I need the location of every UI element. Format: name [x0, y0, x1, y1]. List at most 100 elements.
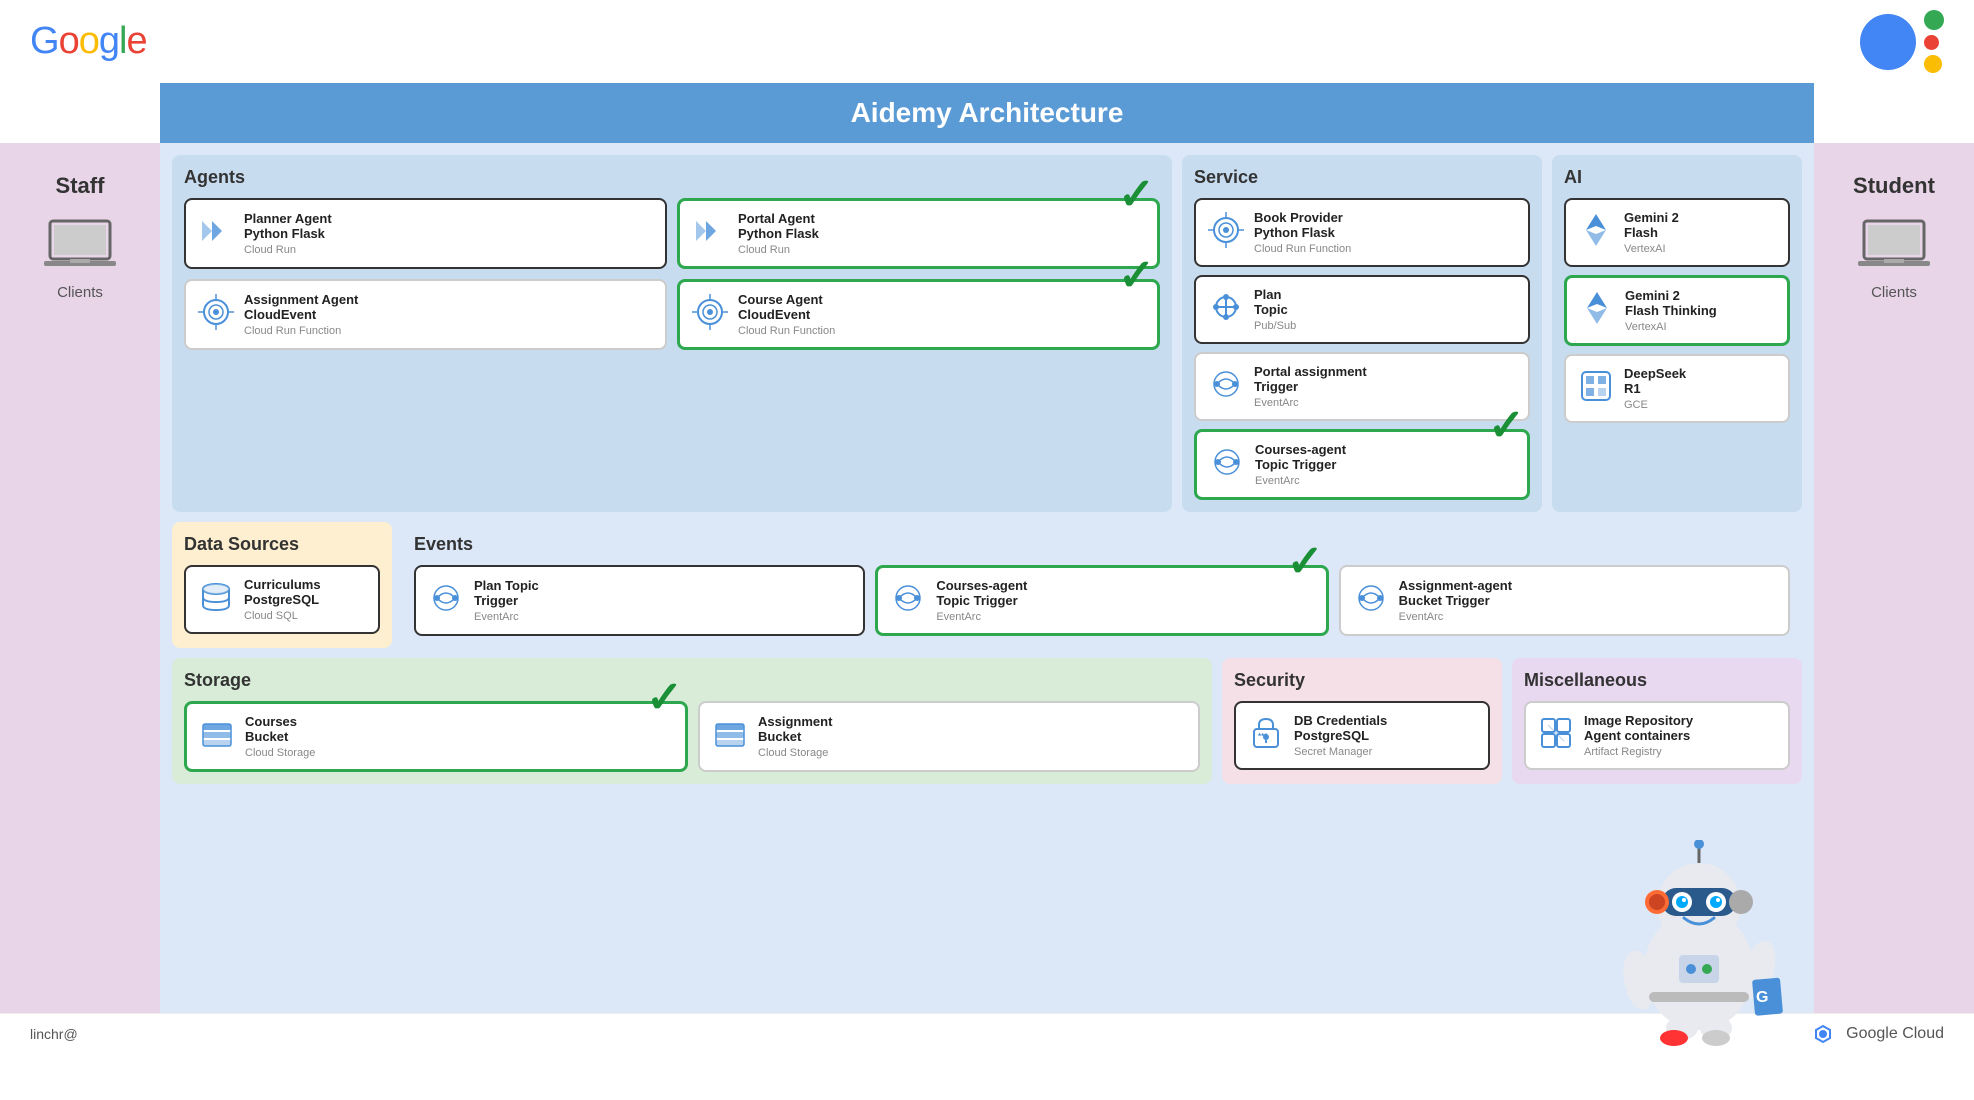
google-cloud-icon — [1808, 1022, 1838, 1046]
artifact-registry-icon — [1538, 715, 1574, 756]
eventarc-icon-assignment — [1353, 580, 1389, 621]
image-repo-title: Image RepositoryAgent containers — [1584, 713, 1693, 743]
checkmark-course-agent: ✓ — [1118, 254, 1155, 298]
chevron-double-right-icon — [198, 213, 234, 254]
google-logo: Google — [30, 20, 147, 63]
courses-agent-topic-subtitle: EventArc — [1255, 475, 1346, 487]
card-text: Portal assignmentTrigger EventArc — [1254, 364, 1367, 409]
deepseek-icon — [1578, 368, 1614, 409]
events-courses-topic-subtitle: EventArc — [936, 611, 1027, 623]
row-2: Data Sources CurriculumsPostgreSQL Clo — [172, 522, 1802, 648]
misc-title: Miscellaneous — [1524, 670, 1790, 691]
agents-section: Agents Planner AgentPython Flask Clou — [172, 155, 1172, 512]
card-assignment-bucket: AssignmentBucket Cloud Storage — [698, 701, 1200, 772]
card-events-courses-topic: Courses-agentTopic Trigger EventArc ✓ — [875, 565, 1328, 636]
event-circles-icon-book — [1208, 212, 1244, 253]
image-repo-subtitle: Artifact Registry — [1584, 746, 1693, 758]
portal-agent-subtitle: Cloud Run — [738, 244, 819, 256]
storage-title: Storage — [184, 670, 1200, 691]
secret-manager-icon: *** — [1248, 715, 1284, 756]
card-assignment-bucket-trigger: Assignment-agentBucket Trigger EventArc — [1339, 565, 1790, 636]
card-text: Course AgentCloudEvent Cloud Run Functio… — [738, 292, 835, 337]
misc-section: Miscellaneous Image RepositoryAgent — [1512, 658, 1802, 784]
assignment-bucket-trigger-title: Assignment-agentBucket Trigger — [1399, 578, 1512, 608]
top-bar: Google — [0, 0, 1974, 83]
agents-grid: Planner AgentPython Flask Cloud Run — [184, 198, 1160, 350]
main-layout: Staff Clients Agents — [0, 143, 1974, 1013]
courses-agent-topic-title: Courses-agentTopic Trigger — [1255, 442, 1346, 472]
card-text: Gemini 2Flash VertexAI — [1624, 210, 1679, 255]
courses-bucket-title: CoursesBucket — [245, 714, 315, 744]
service-title: Service — [1194, 167, 1530, 188]
card-deepseek-r1: DeepSeekR1 GCE — [1564, 354, 1790, 423]
card-text: DB CredentialsPostgreSQL Secret Manager — [1294, 713, 1387, 758]
gemini-icon-thinking — [1579, 290, 1615, 331]
sidebar-student: Student Clients — [1814, 143, 1974, 1013]
chevron-double-right-icon-portal — [692, 213, 728, 254]
security-section: Security *** DB CredentialsPostgreSQ — [1222, 658, 1502, 784]
db-credentials-title: DB CredentialsPostgreSQL — [1294, 713, 1387, 743]
assignment-agent-subtitle: Cloud Run Function — [244, 325, 358, 337]
card-text: AssignmentBucket Cloud Storage — [758, 714, 832, 759]
events-courses-topic-title: Courses-agentTopic Trigger — [936, 578, 1027, 608]
card-text: Courses-agentTopic Trigger EventArc — [936, 578, 1027, 623]
portal-trigger-title: Portal assignmentTrigger — [1254, 364, 1367, 394]
plan-topic-subtitle: Pub/Sub — [1254, 320, 1296, 332]
card-text: Gemini 2Flash Thinking VertexAI — [1625, 288, 1717, 333]
storage-cards: CoursesBucket Cloud Storage ✓ — [184, 701, 1200, 772]
row-3: Storage CoursesBu — [172, 658, 1802, 784]
robot-character: G — [1604, 840, 1794, 1013]
card-text: Plan TopicTrigger EventArc — [474, 578, 539, 623]
book-provider-title: Book ProviderPython Flask — [1254, 210, 1351, 240]
row-1: Agents Planner AgentPython Flask Clou — [172, 155, 1802, 512]
book-provider-subtitle: Cloud Run Function — [1254, 243, 1351, 255]
events-section: Events — [402, 522, 1802, 648]
card-text: Assignment AgentCloudEvent Cloud Run Fun… — [244, 292, 358, 337]
storage-icon-assignment — [712, 716, 748, 757]
service-cards: Book ProviderPython Flask Cloud Run Func… — [1194, 198, 1530, 500]
deepseek-subtitle: GCE — [1624, 399, 1686, 411]
portal-agent-title: Portal AgentPython Flask — [738, 211, 819, 241]
plan-topic-trigger-subtitle: EventArc — [474, 611, 539, 623]
assignment-bucket-title: AssignmentBucket — [758, 714, 832, 744]
events-cards: Plan TopicTrigger EventArc — [414, 565, 1790, 636]
laptop-icon-staff — [44, 217, 116, 273]
card-text: DeepSeekR1 GCE — [1624, 366, 1686, 411]
ai-cards: Gemini 2Flash VertexAI — [1564, 198, 1790, 423]
assistant-dots — [1924, 10, 1944, 73]
student-client-icon: Clients — [1858, 217, 1930, 301]
course-agent-title: Course AgentCloudEvent — [738, 292, 835, 322]
security-title: Security — [1234, 670, 1490, 691]
course-agent-subtitle: Cloud Run Function — [738, 325, 835, 337]
card-planner-agent: Planner AgentPython Flask Cloud Run — [184, 198, 667, 269]
db-credentials-subtitle: Secret Manager — [1294, 746, 1387, 758]
checkmark-portal-agent: ✓ — [1118, 173, 1155, 217]
checkmark-courses-bucket: ✓ — [646, 676, 683, 720]
eventarc-icon-portal — [1208, 366, 1244, 407]
svg-text:G: G — [1756, 989, 1768, 1006]
robot-svg: G — [1604, 840, 1794, 1013]
assistant-circle — [1860, 14, 1916, 70]
assignment-agent-title: Assignment AgentCloudEvent — [244, 292, 358, 322]
ai-title: AI — [1564, 167, 1790, 188]
deepseek-title: DeepSeekR1 — [1624, 366, 1686, 396]
cloud-sql-icon — [198, 579, 234, 620]
footer-user: linchr@ — [30, 1026, 78, 1042]
card-image-repository: Image RepositoryAgent containers Artifac… — [1524, 701, 1790, 770]
svg-text:***: *** — [1258, 732, 1268, 741]
data-sources-title: Data Sources — [184, 534, 380, 555]
eventarc-icon-courses-events — [890, 580, 926, 621]
student-label: Student — [1853, 173, 1935, 199]
ai-section: AI Gemini 2Flash VertexAI — [1552, 155, 1802, 512]
card-book-provider: Book ProviderPython Flask Cloud Run Func… — [1194, 198, 1530, 267]
card-text: Courses-agentTopic Trigger EventArc — [1255, 442, 1346, 487]
storage-icon-courses — [199, 716, 235, 757]
storage-section: Storage CoursesBu — [172, 658, 1212, 784]
event-circles-icon-course — [692, 294, 728, 335]
plan-topic-trigger-title: Plan TopicTrigger — [474, 578, 539, 608]
card-courses-bucket: CoursesBucket Cloud Storage ✓ — [184, 701, 688, 772]
eventarc-icon-courses — [1209, 444, 1245, 485]
assignment-bucket-subtitle: Cloud Storage — [758, 747, 832, 759]
curriculums-title: CurriculumsPostgreSQL — [244, 577, 321, 607]
checkmark-courses-topic: ✓ — [1488, 404, 1525, 448]
